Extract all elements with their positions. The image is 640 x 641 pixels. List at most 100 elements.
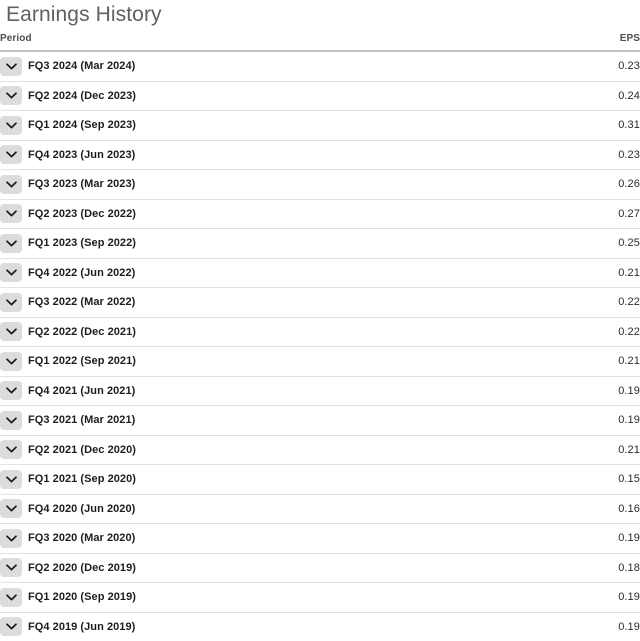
period-cell-content: FQ3 2023 (Mar 2023) xyxy=(0,174,320,194)
expand-row-button[interactable] xyxy=(0,115,22,135)
table-row[interactable]: FQ2 2020 (Dec 2019) 0.18 xyxy=(0,553,640,583)
expand-row-button[interactable] xyxy=(0,322,22,342)
period-label: FQ4 2021 (Jun 2021) xyxy=(28,384,136,397)
expand-row-button[interactable] xyxy=(0,56,22,76)
table-row[interactable]: FQ3 2023 (Mar 2023) 0.26 xyxy=(0,169,640,200)
period-cell-content: FQ3 2022 (Mar 2022) xyxy=(0,292,320,312)
expand-row-button[interactable] xyxy=(0,204,22,224)
expand-row-button[interactable] xyxy=(0,263,22,283)
period-cell-content: FQ4 2019 (Jun 2019) xyxy=(0,617,320,637)
period-cell: FQ4 2023 (Jun 2023) xyxy=(0,140,320,170)
table-row[interactable]: FQ4 2022 (Jun 2022) 0.21 xyxy=(0,258,640,288)
period-cell-content: FQ4 2023 (Jun 2023) xyxy=(0,145,320,165)
expand-row-button[interactable] xyxy=(0,410,22,430)
chevron-down-icon xyxy=(5,505,17,512)
table-row[interactable]: FQ4 2021 (Jun 2021) 0.19 xyxy=(0,376,640,406)
eps-value: 0.18 xyxy=(320,553,640,583)
period-cell: FQ1 2024 (Sep 2023) xyxy=(0,110,320,141)
table-row[interactable]: FQ1 2021 (Sep 2020) 0.15 xyxy=(0,464,640,495)
chevron-down-icon xyxy=(5,417,17,424)
chevron-down-icon xyxy=(5,358,17,365)
expand-row-button[interactable] xyxy=(0,440,22,460)
table-row[interactable]: FQ4 2019 (Jun 2019) 0.19 xyxy=(0,612,640,641)
eps-value: 0.19 xyxy=(320,376,640,406)
period-label: FQ1 2024 (Sep 2023) xyxy=(28,119,136,132)
table-row[interactable]: FQ2 2023 (Dec 2022) 0.27 xyxy=(0,199,640,229)
table-header-row: Period EPS xyxy=(0,33,640,52)
period-cell-content: FQ1 2020 (Sep 2019) xyxy=(0,587,320,607)
expand-row-button[interactable] xyxy=(0,617,22,637)
expand-row-button[interactable] xyxy=(0,174,22,194)
period-cell: FQ1 2021 (Sep 2020) xyxy=(0,464,320,495)
page-title: Earnings History xyxy=(6,3,162,26)
chevron-down-icon xyxy=(5,181,17,188)
period-label: FQ3 2021 (Mar 2021) xyxy=(28,414,136,427)
period-label: FQ3 2024 (Mar 2024) xyxy=(28,60,136,73)
table-row[interactable]: FQ1 2022 (Sep 2021) 0.21 xyxy=(0,346,640,377)
period-label: FQ3 2020 (Mar 2020) xyxy=(28,532,136,545)
table-row[interactable]: FQ3 2024 (Mar 2024) 0.23 xyxy=(0,51,640,82)
eps-value: 0.24 xyxy=(320,81,640,111)
period-label: FQ2 2021 (Dec 2020) xyxy=(28,443,136,456)
eps-value: 0.19 xyxy=(320,582,640,613)
expand-row-button[interactable] xyxy=(0,499,22,519)
expand-row-button[interactable] xyxy=(0,587,22,607)
eps-value: 0.21 xyxy=(320,435,640,465)
expand-row-button[interactable] xyxy=(0,381,22,401)
table-row[interactable]: FQ4 2020 (Jun 2020) 0.16 xyxy=(0,494,640,524)
expand-row-button[interactable] xyxy=(0,145,22,165)
eps-value: 0.31 xyxy=(320,110,640,141)
period-label: FQ2 2022 (Dec 2021) xyxy=(28,325,136,338)
column-header-eps: EPS xyxy=(320,33,640,52)
period-cell: FQ1 2020 (Sep 2019) xyxy=(0,582,320,613)
eps-value: 0.19 xyxy=(618,620,640,633)
expand-row-button[interactable] xyxy=(0,558,22,578)
table-row[interactable]: FQ1 2020 (Sep 2019) 0.19 xyxy=(0,582,640,613)
chevron-down-icon xyxy=(5,535,17,542)
period-cell: FQ3 2023 (Mar 2023) xyxy=(0,169,320,200)
table-row[interactable]: FQ3 2022 (Mar 2022) 0.22 xyxy=(0,287,640,318)
table-header: Period EPS xyxy=(0,33,640,52)
period-cell: FQ1 2022 (Sep 2021) xyxy=(0,346,320,377)
period-cell: FQ3 2021 (Mar 2021) xyxy=(0,405,320,436)
period-label: FQ2 2023 (Dec 2022) xyxy=(28,207,136,220)
table-row[interactable]: FQ1 2023 (Sep 2022) 0.25 xyxy=(0,228,640,259)
eps-value: 0.26 xyxy=(320,169,640,200)
period-cell: FQ4 2019 (Jun 2019) xyxy=(0,612,320,641)
period-cell-content: FQ2 2024 (Dec 2023) xyxy=(0,86,320,106)
period-cell-content: FQ4 2022 (Jun 2022) xyxy=(0,263,320,283)
expand-row-button[interactable] xyxy=(0,528,22,548)
table-row[interactable]: FQ2 2022 (Dec 2021) 0.22 xyxy=(0,317,640,347)
expand-row-button[interactable] xyxy=(0,292,22,312)
chevron-down-icon xyxy=(5,564,17,571)
expand-row-button[interactable] xyxy=(0,86,22,106)
chevron-down-icon xyxy=(5,387,17,394)
period-label: FQ1 2021 (Sep 2020) xyxy=(28,473,136,486)
period-label: FQ1 2023 (Sep 2022) xyxy=(28,237,136,250)
eps-value: 0.15 xyxy=(320,464,640,495)
eps-value: 0.22 xyxy=(320,317,640,347)
table-row[interactable]: FQ2 2024 (Dec 2023) 0.24 xyxy=(0,81,640,111)
eps-value: 0.23 xyxy=(320,140,640,170)
expand-row-button[interactable] xyxy=(0,469,22,489)
period-cell: FQ4 2022 (Jun 2022) xyxy=(0,258,320,288)
chevron-down-icon xyxy=(5,328,17,335)
table-row[interactable]: FQ1 2024 (Sep 2023) 0.31 xyxy=(0,110,640,141)
eps-value: 0.21 xyxy=(320,346,640,377)
period-cell-content: FQ3 2024 (Mar 2024) xyxy=(0,56,320,76)
expand-row-button[interactable] xyxy=(0,233,22,253)
table-row[interactable]: FQ3 2020 (Mar 2020) 0.19 xyxy=(0,523,640,554)
chevron-down-icon xyxy=(5,269,17,276)
period-label: FQ3 2023 (Mar 2023) xyxy=(28,178,136,191)
table-row[interactable]: FQ4 2023 (Jun 2023) 0.23 xyxy=(0,140,640,170)
table-row[interactable]: FQ3 2021 (Mar 2021) 0.19 xyxy=(0,405,640,436)
earnings-history-panel: Earnings History Period EPS FQ3 2024 (Ma… xyxy=(0,0,640,637)
period-cell: FQ2 2022 (Dec 2021) xyxy=(0,317,320,347)
chevron-down-icon xyxy=(5,92,17,99)
period-cell-content: FQ1 2021 (Sep 2020) xyxy=(0,469,320,489)
expand-row-button[interactable] xyxy=(0,351,22,371)
period-cell-content: FQ4 2021 (Jun 2021) xyxy=(0,381,320,401)
chevron-down-icon xyxy=(5,240,17,247)
period-cell: FQ3 2022 (Mar 2022) xyxy=(0,287,320,318)
table-row[interactable]: FQ2 2021 (Dec 2020) 0.21 xyxy=(0,435,640,465)
